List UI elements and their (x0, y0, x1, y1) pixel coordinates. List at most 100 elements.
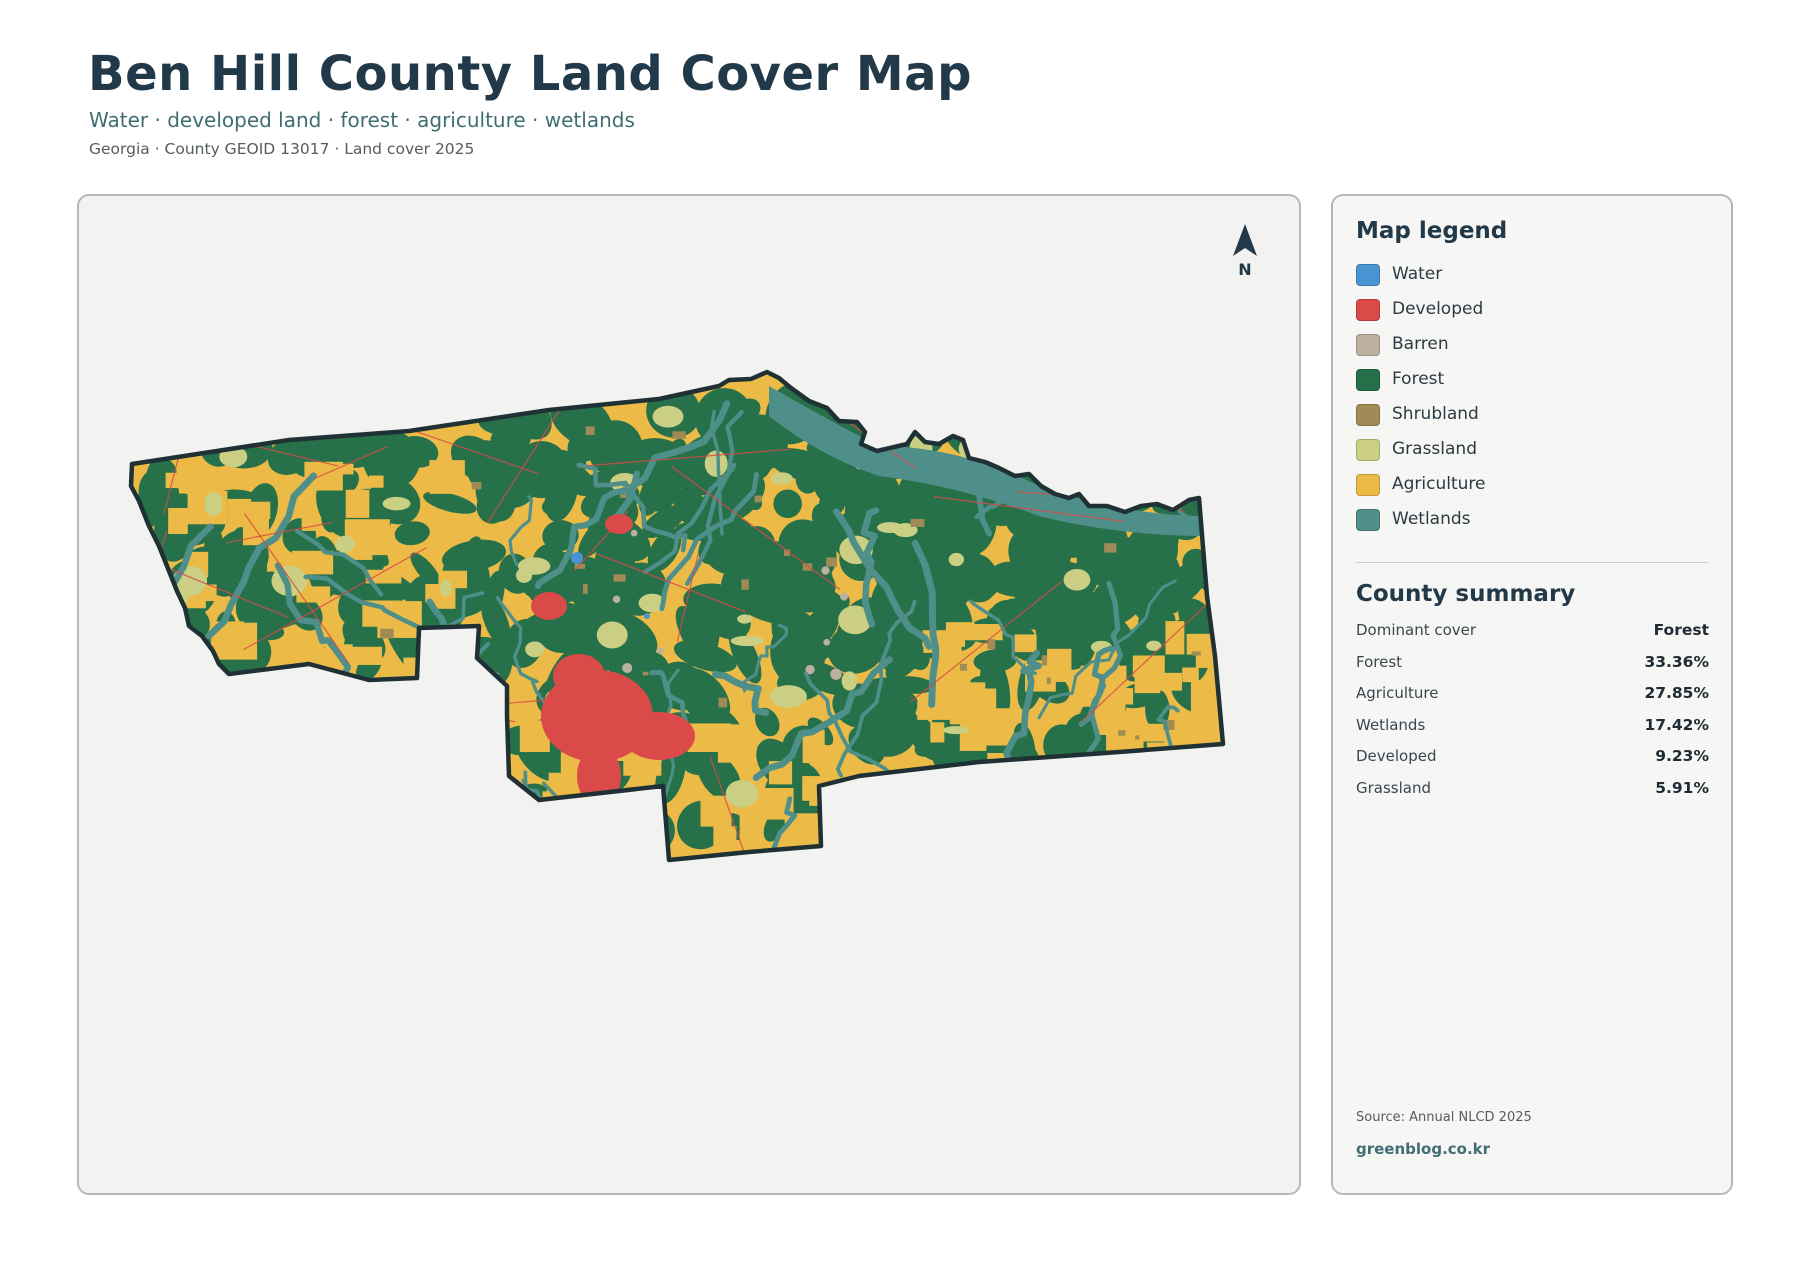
shrubland-patch (1104, 543, 1117, 553)
wetland-stream (205, 697, 325, 857)
agriculture-field (1195, 643, 1223, 668)
agriculture-field (713, 826, 737, 860)
water-body (644, 613, 650, 619)
barren-patch (823, 638, 831, 646)
grassland-patch (596, 621, 628, 649)
summary-value: 9.23% (1655, 747, 1709, 765)
summary-value: 33.36% (1644, 652, 1709, 671)
grassland-patch (770, 472, 793, 485)
legend-swatch (1356, 264, 1380, 286)
wetland-stream (542, 781, 661, 860)
summary-key: Developed (1356, 747, 1437, 765)
forest-patch (145, 604, 172, 627)
legend-swatch (1356, 299, 1380, 321)
grassland-patch (382, 496, 411, 511)
summary-table: Dominant cover Forest Forest 33.36% Agri… (1356, 621, 1709, 810)
agriculture-field (165, 472, 187, 489)
forest-patch (1017, 394, 1047, 422)
shrubland-patch (380, 628, 394, 639)
agriculture-field (237, 501, 271, 520)
credit-link[interactable]: greenblog.co.kr (1356, 1140, 1490, 1158)
agriculture-field (945, 622, 975, 637)
barren-patch (612, 595, 621, 603)
developed-city (553, 654, 605, 698)
forest-patch (1045, 437, 1072, 473)
legend-swatch (1356, 334, 1380, 356)
summary-row: Dominant cover Forest (1356, 621, 1709, 653)
shrubland-patch (582, 583, 588, 594)
wetland-stream (306, 729, 355, 828)
legend-label: Grassland (1392, 439, 1477, 459)
shrubland-patch (1136, 461, 1148, 472)
legend-item-grassland: Grassland (1356, 439, 1486, 474)
grassland-patch (1063, 568, 1091, 591)
panel-divider (1356, 562, 1708, 563)
wetland-stream (539, 809, 574, 860)
agriculture-field (813, 836, 844, 860)
north-arrow: N (1225, 224, 1265, 286)
developed-town (531, 592, 567, 620)
agriculture-field (717, 724, 749, 763)
shrubland-patch (1191, 651, 1201, 656)
grassland-patch (1164, 765, 1184, 787)
agriculture-field (955, 682, 986, 707)
summary-row: Grassland 5.91% (1356, 779, 1709, 811)
summary-row: Forest 33.36% (1356, 653, 1709, 685)
forest-patch (1059, 397, 1091, 427)
agriculture-field (426, 466, 449, 487)
wetland-stream (959, 800, 1081, 860)
legend-list: Water Developed Barren Forest Shrubland … (1356, 264, 1486, 544)
shrubland-patch (718, 697, 728, 708)
agriculture-field (301, 515, 320, 531)
legend-swatch (1356, 404, 1380, 426)
agriculture-field (599, 839, 628, 855)
forest-patch (1048, 428, 1104, 479)
shrubland-patch (910, 519, 925, 527)
summary-value: Forest (1653, 621, 1709, 639)
shrubland-patch (987, 639, 996, 650)
grassland-patch (769, 685, 807, 708)
grassland-patch (877, 522, 903, 534)
agriculture-field (607, 836, 635, 860)
agriculture-field (345, 489, 370, 518)
legend-swatch (1356, 439, 1380, 461)
north-label: N (1238, 260, 1252, 279)
forest-patch (502, 810, 563, 859)
forest-patch (986, 391, 1031, 423)
legend-item-forest: Forest (1356, 369, 1486, 404)
agriculture-field (1215, 627, 1223, 656)
summary-value: 17.42% (1644, 715, 1709, 734)
grassland-patch (204, 492, 223, 516)
agriculture-field (959, 721, 987, 751)
legend-swatch (1356, 509, 1380, 531)
agriculture-field (700, 795, 732, 827)
agriculture-field (1134, 676, 1161, 694)
shrubland-patch (1135, 735, 1140, 740)
summary-key: Grassland (1356, 778, 1431, 797)
wetland-stream (149, 788, 241, 860)
north-arrow-icon (1233, 224, 1257, 256)
barren-patch (821, 566, 830, 575)
wetland-stream (864, 831, 906, 860)
road (268, 422, 272, 429)
wetland-stream (199, 667, 278, 860)
forest-patch (1056, 439, 1095, 463)
shrubland-patch (959, 663, 967, 671)
land-cover-layers (131, 372, 1223, 860)
agriculture-field (1182, 667, 1199, 683)
developed-city (623, 712, 695, 760)
shrubland-patch (1118, 730, 1126, 736)
shrubland-patch (613, 574, 626, 582)
shrubland-patch (802, 563, 813, 571)
grassland-patch (440, 579, 452, 597)
wetland-stream (1016, 791, 1049, 860)
grassland-patch (652, 405, 684, 428)
shrubland-patch (754, 495, 762, 503)
agriculture-field (289, 647, 307, 664)
legend-label: Wetlands (1392, 509, 1471, 529)
grassland-patch (334, 744, 348, 771)
wetland-stream (332, 822, 366, 860)
grassland-patch (517, 557, 551, 575)
grassland-patch (942, 726, 969, 735)
page-title: Ben Hill County Land Cover Map (88, 46, 972, 102)
